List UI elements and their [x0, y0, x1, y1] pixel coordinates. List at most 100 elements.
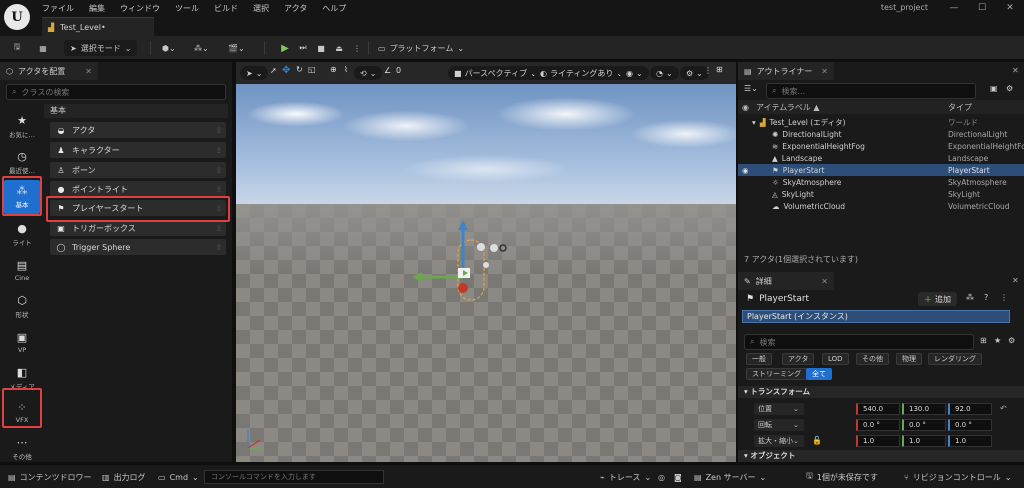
panel-close-icon[interactable]: ✕ [1012, 66, 1019, 75]
rotation-z-field[interactable]: 0.0 ° [948, 418, 992, 431]
step-icon[interactable]: ⏭ [294, 40, 312, 56]
transform-section[interactable]: ▾ トランスフォーム [738, 386, 1024, 398]
panel-close-icon[interactable]: ✕ [1012, 276, 1019, 285]
close-icon[interactable]: ✕ [996, 0, 1024, 16]
reset-icon[interactable]: ↶ [1000, 404, 1007, 413]
perspective-button[interactable]: ■ パースペクティブ ⌄ [448, 66, 543, 80]
lock-icon[interactable]: 🔓 [812, 436, 822, 445]
save-icon[interactable]: 🖫 [8, 40, 26, 56]
category-more[interactable]: ⋯ その他 [4, 432, 40, 466]
category-cine[interactable]: ▤ Cine [4, 254, 40, 288]
folder-add-icon[interactable]: ▣ [990, 84, 998, 93]
outliner-row-selected[interactable]: ◉ ⚑ PlayerStart PlayerStart [738, 164, 1024, 176]
select-tool-icon[interactable]: ➚ [270, 66, 277, 75]
menu-edit[interactable]: 編集 [89, 3, 105, 14]
stop-icon[interactable]: ■ [312, 40, 330, 56]
maximize-icon[interactable]: ☐ [968, 0, 996, 16]
menu-help[interactable]: ヘルプ [322, 3, 346, 14]
chevron-down-icon[interactable]: ⌄ [793, 437, 799, 445]
level-tab[interactable]: ▟ Test_Level• [42, 17, 154, 36]
outliner-tab[interactable]: ▤ アウトライナー ✕ [738, 62, 834, 80]
grid-view-icon[interactable]: ⊞ [980, 336, 987, 345]
content-browse-icon[interactable]: ▦ [34, 40, 52, 56]
realtime-button[interactable]: ◔ ⌄ [650, 66, 679, 80]
object-section[interactable]: ▾ オブジェクト [738, 450, 1024, 462]
details-search-input[interactable]: ⌕ 検索 [744, 334, 974, 350]
minimize-icon[interactable]: — [940, 0, 968, 16]
chevron-down-icon[interactable]: ⌄ [793, 421, 799, 429]
menu-window[interactable]: ウィンドウ [120, 3, 160, 14]
cmd-dropdown[interactable]: ▭ Cmd ⌄ [158, 471, 199, 483]
category-vfx[interactable]: ⁘ VFX [4, 396, 40, 430]
scale-z-field[interactable]: 1.0 [948, 434, 992, 447]
component-row-instance[interactable]: PlayerStart (インスタンス) [742, 310, 1010, 323]
unreal-logo[interactable]: U [4, 4, 30, 30]
rotate-icon[interactable]: ↻ [296, 65, 303, 74]
content-drawer-button[interactable]: ▤ コンテンツドロワー [8, 471, 92, 483]
outliner-row[interactable]: ☼ SkyAtmosphere SkyAtmosphere [738, 176, 1024, 188]
record-icon[interactable]: ◎ [658, 471, 665, 483]
filter-all[interactable]: 全て [806, 368, 832, 380]
filter-icon[interactable]: ☰⌄ [744, 84, 758, 93]
scale-x-field[interactable]: 1.0 [856, 434, 900, 447]
menu-tools[interactable]: ツール [175, 3, 199, 14]
filter-rendering[interactable]: レンダリング [928, 353, 982, 365]
translate-icon[interactable]: ✥ [282, 65, 290, 76]
character-item[interactable]: ♟ キャラクター ⁞⁞ [50, 142, 226, 158]
rotation-snap-value[interactable]: 0 [396, 66, 401, 75]
more-options-icon[interactable]: ⋮ [1000, 293, 1008, 302]
show-button[interactable]: ◉ ⌄ [620, 66, 649, 80]
menu-actor[interactable]: アクタ [284, 3, 307, 14]
filter-physics[interactable]: 物理 [896, 353, 922, 365]
category-media[interactable]: ◧ メディア [4, 362, 40, 396]
revision-control-button[interactable]: ⑂ リビジョンコントロール ⌄ [904, 471, 1012, 483]
outliner-row[interactable]: ✺ DirectionalLight DirectionalLight [738, 128, 1024, 140]
expand-icon[interactable]: ▾ [752, 118, 756, 127]
unsaved-button[interactable]: 🖫 1個が未保存です [806, 471, 878, 483]
menu-select[interactable]: 選択 [253, 3, 269, 14]
outliner-row[interactable]: ◬ SkyLight SkyLight [738, 188, 1024, 200]
rotation-x-field[interactable]: 0.0 ° [856, 418, 900, 431]
transform-gizmo[interactable] [406, 212, 516, 322]
help-icon[interactable]: ? [984, 293, 988, 302]
play-options-icon[interactable]: ⋮ [348, 40, 366, 56]
location-x-field[interactable]: 540.0 [856, 402, 900, 415]
outliner-row[interactable]: ▲ Landscape Landscape [738, 152, 1024, 164]
gear-icon[interactable]: ⚙ [1008, 336, 1015, 345]
pawn-item[interactable]: ♙ ポーン ⁞⁞ [50, 162, 226, 178]
lighting-button[interactable]: ◐ ライティングあり ⌄ [534, 66, 630, 80]
blueprint-icon[interactable]: ⁂⌄ [194, 40, 209, 56]
close-icon[interactable]: ✕ [821, 67, 828, 76]
add-content-icon[interactable]: ⬢⌄ [162, 40, 176, 56]
gear-icon[interactable]: ⚙ [1006, 84, 1013, 93]
close-icon[interactable]: ✕ [85, 67, 92, 76]
close-icon[interactable]: ✕ [821, 277, 828, 286]
place-actors-tab[interactable]: ⬡ アクタを配置 ✕ [0, 62, 98, 80]
layout-icon[interactable]: ⊞ [716, 65, 723, 74]
trigger-sphere-item[interactable]: ◯ Trigger Sphere ⁞⁞ [50, 239, 226, 255]
outliner-row-level[interactable]: ▾ ▟ Test_Level (エディタ) ワールド [738, 116, 1024, 128]
angle-icon[interactable]: ∠ [384, 66, 391, 75]
outliner-row[interactable]: ☁ VolumetricCloud VolumetricCloud [738, 200, 1024, 212]
filter-actor[interactable]: アクタ [782, 353, 815, 365]
details-tab[interactable]: ✎ 詳細 ✕ [738, 272, 834, 290]
trace-button[interactable]: ⌁ トレース ⌄ [600, 471, 651, 483]
play-icon[interactable]: ▶ [276, 40, 294, 56]
menu-build[interactable]: ビルド [214, 3, 238, 14]
add-component-button[interactable]: ＋ 追加 [918, 292, 957, 306]
player-start-item[interactable]: ⚑ プレイヤースタート ⁞⁞ [50, 200, 226, 216]
chevron-down-icon[interactable]: ⌄ [793, 405, 799, 413]
blueprint-icon[interactable]: ⁂ [966, 293, 974, 302]
actor-item[interactable]: ◒ アクタ ⁞⁞ [50, 122, 226, 138]
trigger-box-item[interactable]: ▣ トリガーボックス ⁞⁞ [50, 220, 226, 236]
filter-general[interactable]: 一般 [746, 353, 772, 365]
visibility-column-icon[interactable]: ◉ [742, 103, 749, 112]
rotation-snap-button[interactable]: ⟲ ⌄ [354, 66, 383, 80]
scale-icon[interactable]: ◱ [308, 65, 316, 74]
viewport-options-button[interactable]: ➤ ⌄ [240, 66, 269, 80]
rotation-y-field[interactable]: 0.0 ° [902, 418, 946, 431]
class-search-input[interactable]: ⌕ クラスの検索 [6, 84, 226, 100]
location-y-field[interactable]: 130.0 [902, 402, 946, 415]
more-options-icon[interactable]: ⋮ [704, 66, 712, 75]
category-lights[interactable]: ● ライト [4, 218, 40, 252]
